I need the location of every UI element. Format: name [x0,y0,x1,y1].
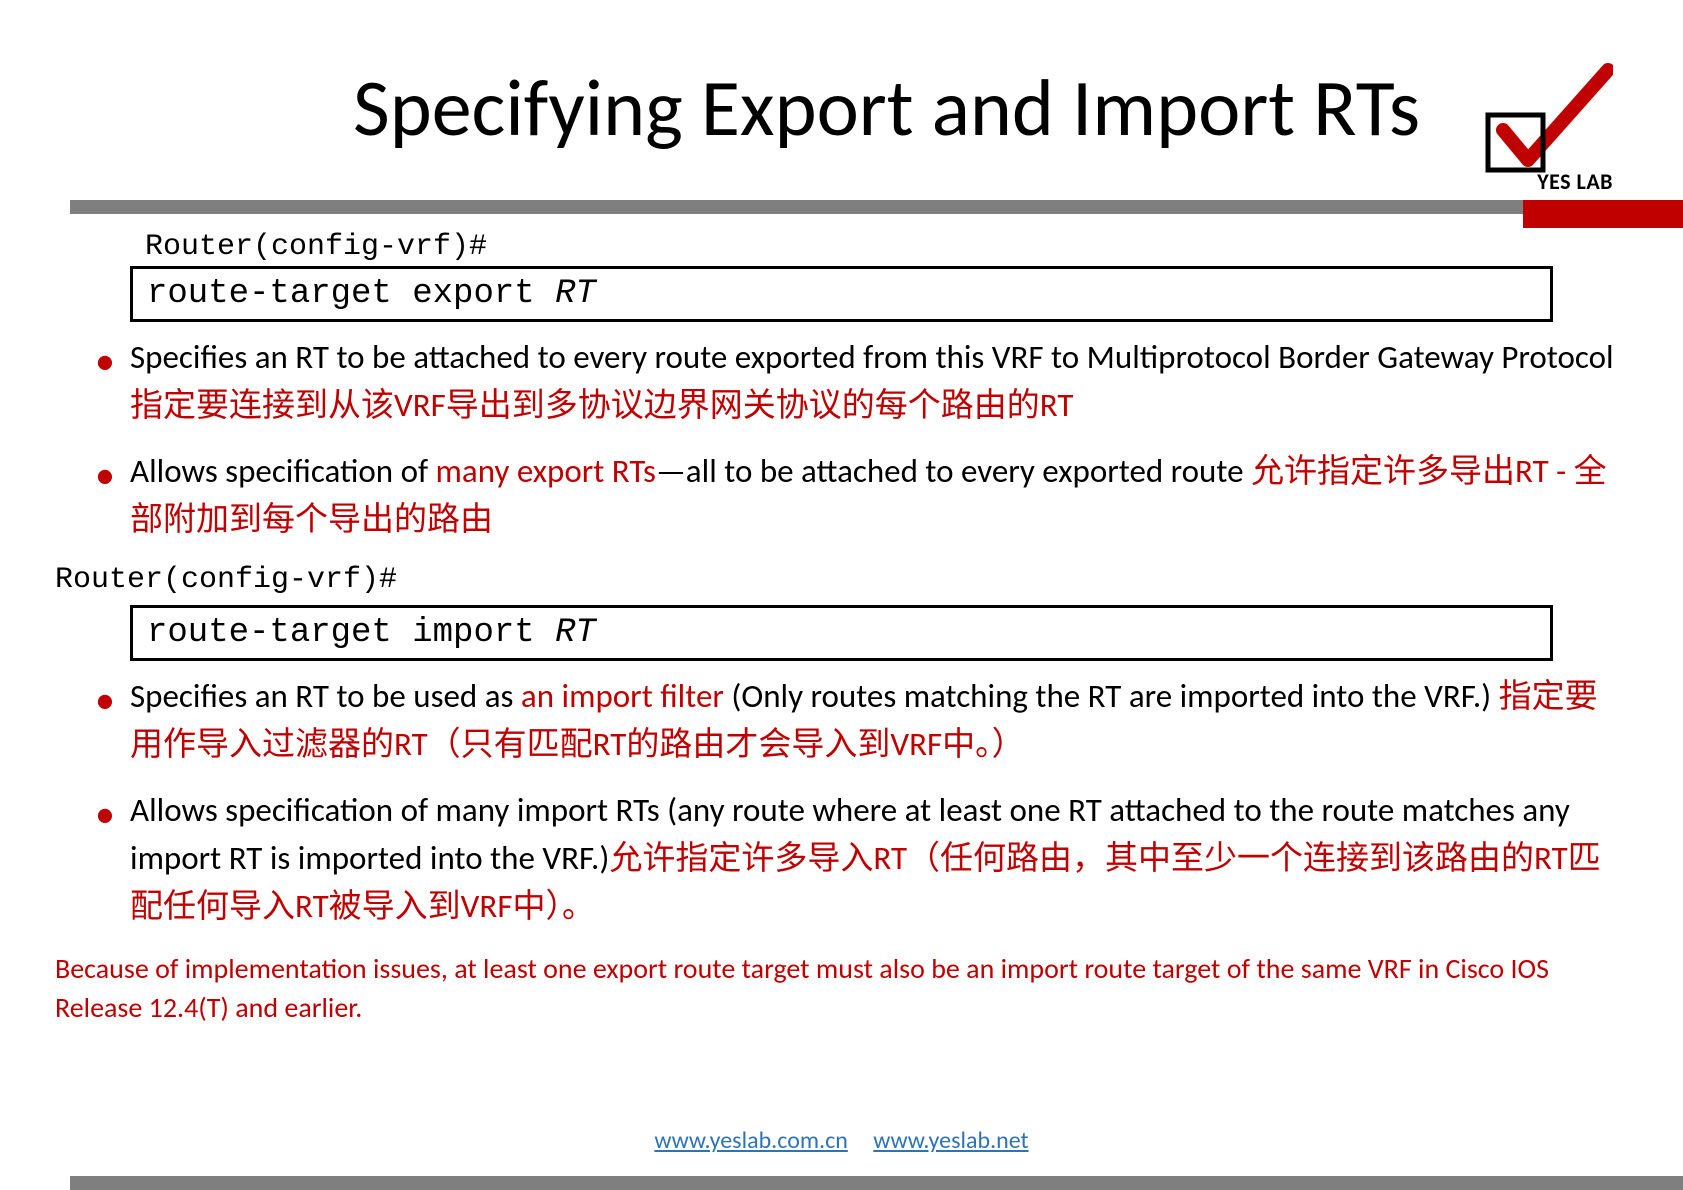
cli-prompt-export: Router(config-vrf)# [145,230,1628,264]
bullet-text-zh: 指定要连接到从该VRF导出到多协议边界网关协议的每个路由的RT [130,385,1073,425]
bullet-item: Allows specification of many import RTs … [90,787,1618,931]
footnote: Because of implementation issues, at lea… [55,949,1568,1027]
link-yeslab-cn[interactable]: www.yeslab.com.cn [654,1126,847,1155]
bullet-list-export: Specifies an RT to be attached to every … [90,334,1618,543]
bullet-item: Specifies an RT to be used as an import … [90,673,1618,769]
bullet-item: Specifies an RT to be attached to every … [90,334,1618,430]
link-yeslab-net[interactable]: www.yeslab.net [873,1126,1028,1155]
bullet-text-en-b: (Only routes matching the RT are importe… [724,676,1499,716]
cli-prompt-import: Router(config-vrf)# [55,563,1628,597]
bullet-text-en-a: Allows specification of [130,451,436,491]
cli-param-import: RT [555,614,596,652]
code-box-export: route-target export RT [130,266,1553,322]
logo: YES LAB [1433,60,1613,200]
header-accent [1523,200,1683,228]
cli-command-import: route-target import [147,614,555,652]
bullet-item: Allows specification of many export RTs—… [90,448,1618,544]
title-area: Specifying Export and Import RTs YES LAB [70,60,1613,210]
footer-divider [70,1176,1683,1190]
bullet-text-red: an import filter [521,676,724,716]
slide: Specifying Export and Import RTs YES LAB… [0,0,1683,1190]
cli-command-export: route-target export [147,275,555,313]
bullet-list-import: Specifies an RT to be used as an import … [90,673,1618,930]
content-area: Router(config-vrf)# route-target export … [55,230,1628,1027]
page-title: Specifying Export and Import RTs [70,60,1613,157]
code-box-import: route-target import RT [130,605,1553,661]
bullet-text-en-a: Specifies an RT to be used as [130,676,521,716]
bullet-text-en-b: —all to be attached to every exported ro… [656,451,1251,491]
cli-param-export: RT [555,275,596,313]
bullet-text-red: many export RTs [436,451,656,491]
header-divider [70,200,1683,214]
bullet-text-en: Specifies an RT to be attached to every … [130,337,1614,377]
logo-brand-text: YES LAB [1537,168,1613,195]
footer-links: www.yeslab.com.cn www.yeslab.net [0,1126,1683,1155]
